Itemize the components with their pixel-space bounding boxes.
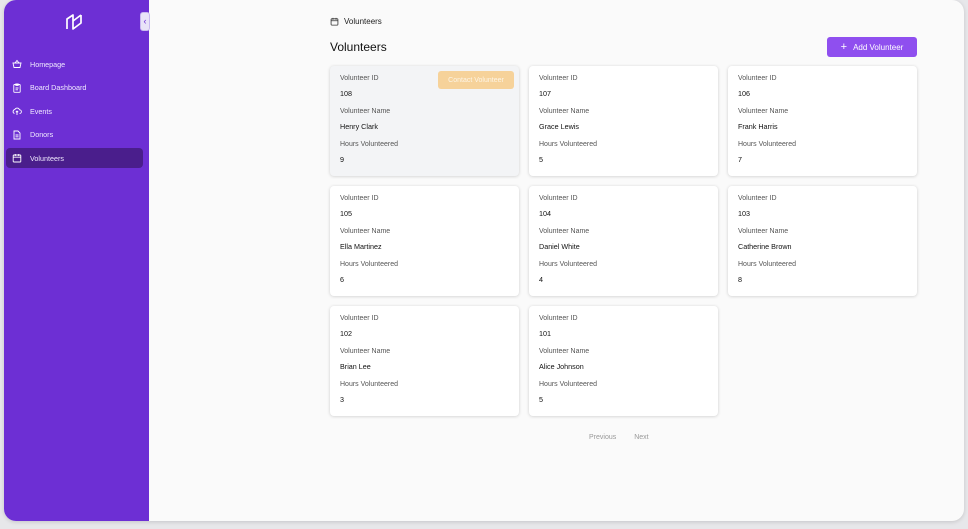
volunteer-id: 105 [340,209,352,218]
hours-volunteered: 8 [738,275,742,284]
page-title: Volunteers [330,40,387,54]
sidebar-item-donors[interactable]: Donors [6,125,143,145]
volunteer-id-label: Volunteer ID [738,195,777,202]
hours-volunteered-label: Hours Volunteered [539,261,597,268]
volunteer-name: Brian Lee [340,362,371,371]
sidebar-item-events[interactable]: Events [6,101,143,121]
volunteer-card[interactable]: Volunteer ID 104 Volunteer Name Daniel W… [529,186,718,296]
hours-volunteered-label: Hours Volunteered [539,381,597,388]
volunteer-name-label: Volunteer Name [738,108,789,115]
volunteer-id: 106 [738,89,750,98]
volunteer-card[interactable]: Volunteer ID 101 Volunteer Name Alice Jo… [529,306,718,416]
brand-logo-icon[interactable] [64,12,84,32]
volunteer-id: 108 [340,89,352,98]
volunteer-name: Alice Johnson [539,362,584,371]
volunteer-id-label: Volunteer ID [340,315,379,322]
volunteer-id-label: Volunteer ID [539,315,578,322]
sidebar-nav: Homepage Board Dashboard Events Donors V… [4,54,149,172]
next-page-button[interactable]: Next [634,434,648,441]
volunteer-id: 102 [340,329,352,338]
volunteer-name-label: Volunteer Name [539,108,590,115]
volunteer-name: Grace Lewis [539,122,579,131]
contact-volunteer-button[interactable]: Contact Volunteer [438,71,514,89]
hours-volunteered-label: Hours Volunteered [539,141,597,148]
volunteer-id: 107 [539,89,551,98]
breadcrumb: Volunteers [330,17,382,26]
chevron-left-icon: ‹ [143,16,147,26]
previous-page-button[interactable]: Previous [589,434,616,441]
add-volunteer-label: Add Volunteer [853,42,904,52]
hours-volunteered-label: Hours Volunteered [738,141,796,148]
hours-volunteered: 3 [340,395,344,404]
volunteer-id-label: Volunteer ID [539,195,578,202]
app-window: ‹ Homepage Board Dashboard Events Donors… [4,0,964,521]
plus-icon: + [840,40,848,53]
volunteer-name-label: Volunteer Name [738,228,789,235]
volunteer-name-label: Volunteer Name [340,108,391,115]
hours-volunteered: 9 [340,155,344,164]
volunteer-card[interactable]: Volunteer ID 106 Volunteer Name Frank Ha… [728,66,917,176]
volunteer-id-label: Volunteer ID [340,195,379,202]
add-volunteer-button[interactable]: + Add Volunteer [827,37,917,57]
volunteer-name-label: Volunteer Name [539,228,590,235]
hours-volunteered-label: Hours Volunteered [340,261,398,268]
hours-volunteered: 5 [539,395,543,404]
hours-volunteered: 6 [340,275,344,284]
basket-icon [12,59,22,69]
volunteer-card[interactable]: Volunteer ID 103 Volunteer Name Catherin… [728,186,917,296]
hours-volunteered-label: Hours Volunteered [738,261,796,268]
clipboard-icon [12,83,22,93]
document-icon [12,130,22,140]
sidebar-item-label: Volunteers [30,153,64,163]
volunteer-name: Daniel White [539,242,580,251]
volunteer-card[interactable]: Volunteer ID 102 Volunteer Name Brian Le… [330,306,519,416]
main-content: Volunteers Volunteers + Add Volunteer Co… [149,0,964,521]
breadcrumb-label[interactable]: Volunteers [344,17,382,26]
sidebar-item-board-dashboard[interactable]: Board Dashboard [6,78,143,98]
volunteer-name-label: Volunteer Name [539,348,590,355]
volunteer-card[interactable]: Volunteer ID 107 Volunteer Name Grace Le… [529,66,718,176]
volunteer-id: 104 [539,209,551,218]
volunteer-name-label: Volunteer Name [340,228,391,235]
volunteer-id: 101 [539,329,551,338]
hours-volunteered: 7 [738,155,742,164]
volunteer-name: Frank Harris [738,122,778,131]
volunteer-name: Catherine Brown [738,242,792,251]
volunteer-id: 103 [738,209,750,218]
hours-volunteered: 4 [539,275,543,284]
volunteer-id-label: Volunteer ID [738,75,777,82]
sidebar: ‹ Homepage Board Dashboard Events Donors… [4,0,150,521]
volunteer-grid: Contact Volunteer Volunteer ID 108 Volun… [330,66,917,416]
sidebar-item-volunteers[interactable]: Volunteers [6,148,143,169]
hours-volunteered: 5 [539,155,543,164]
volunteer-card[interactable]: Volunteer ID 105 Volunteer Name Ella Mar… [330,186,519,296]
volunteer-name: Ella Martinez [340,242,382,251]
volunteer-name-label: Volunteer Name [340,348,391,355]
cloud-upload-icon [12,106,22,116]
volunteer-name: Henry Clark [340,122,378,131]
hours-volunteered-label: Hours Volunteered [340,141,398,148]
sidebar-item-label: Events [30,106,52,116]
hours-volunteered-label: Hours Volunteered [340,381,398,388]
sidebar-item-label: Homepage [30,59,66,69]
volunteer-id-label: Volunteer ID [539,75,578,82]
sidebar-item-label: Donors [30,130,54,140]
calendar-icon [330,17,339,26]
calendar-icon [12,153,22,163]
sidebar-item-label: Board Dashboard [30,83,87,93]
volunteer-card[interactable]: Contact Volunteer Volunteer ID 108 Volun… [330,66,519,176]
sidebar-item-homepage[interactable]: Homepage [6,54,143,74]
pagination: Previous Next [589,434,649,441]
